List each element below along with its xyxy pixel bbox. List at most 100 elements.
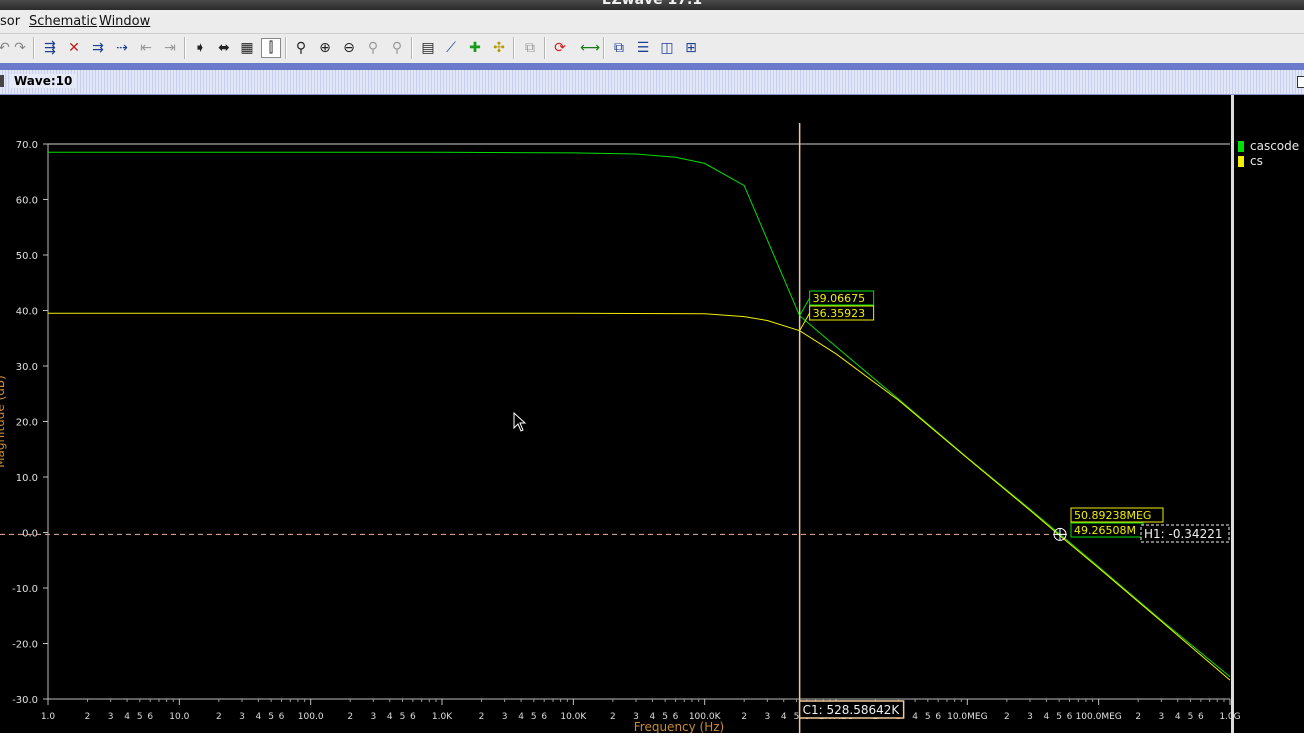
delete-wave-icon[interactable]: ✕ (64, 38, 84, 58)
x-minor-tick-label: 3 (108, 712, 114, 722)
split-vertical-icon[interactable]: ◫ (657, 38, 677, 58)
x-minor-tick-label: 5 (137, 712, 143, 722)
series-line-cs (48, 312, 1231, 681)
collapse-icon[interactable]: ⇤ (136, 38, 156, 58)
redo-icon[interactable]: ↷ (10, 38, 30, 58)
x-minor-tick-label: 4 (256, 712, 262, 722)
waveform-plot-area[interactable]: 70.0 60.0 50.0 40.0 30.0 20.0 10.0 0.0 -10.0 -20.… (0, 95, 1304, 733)
toolbar: ↶ ↷ ⇶ ✕ ⇉ ⇢ ⇤ ⇥ ➧ ⬌ ▦ ⫿ ⚲ ⊕ ⊖ ⚲ ⚲ ▤ ⟋ ✚ … (0, 34, 1304, 64)
wave-window-tabbar: Wave:10 (0, 70, 1304, 95)
x-minor-tick-label: 6 (541, 712, 547, 722)
x-minor-tick-label: 6 (1067, 712, 1073, 722)
x-minor-tick-label: 2 (1135, 712, 1141, 722)
wave-window-title[interactable]: Wave:10 (10, 74, 77, 88)
zoom-y-icon[interactable]: ⚲ (387, 38, 407, 58)
x-minor-tick-label: 5 (925, 712, 931, 722)
y-tick-label: -30.0 (12, 695, 38, 706)
x-minor-tick-label: 6 (1198, 712, 1204, 722)
menu-window[interactable]: Window (99, 14, 150, 29)
y-tick-label: 50.0 (16, 251, 38, 262)
zoom-x-icon[interactable]: ⚲ (363, 38, 383, 58)
crossing-readout-value: 50.89238MEG (1074, 509, 1151, 522)
menu-schematic[interactable]: Schematic (29, 14, 97, 29)
x-minor-tick-label: 5 (1056, 712, 1062, 722)
legend-swatch-cascode (1238, 140, 1244, 152)
legend-item-cascode[interactable]: cascode (1238, 139, 1299, 153)
y-tick-label: -20.0 (12, 640, 38, 651)
mouse-pointer-icon (513, 412, 527, 432)
copy-icon[interactable]: ⧉ (520, 38, 540, 58)
y-tick-label: 70.0 (16, 140, 38, 151)
waveform-plot[interactable]: 70.060.050.040.030.020.010.00.0-10.0-20.… (0, 95, 1304, 733)
x-minor-tick-label: 2 (85, 712, 91, 722)
x-minor-tick-label: 3 (502, 712, 508, 722)
legend-label-cs: cs (1250, 154, 1263, 168)
x-minor-tick-label: 3 (370, 712, 376, 722)
x-minor-tick-label: 5 (531, 712, 537, 722)
x-minor-tick-label: 3 (764, 712, 770, 722)
maximize-icon[interactable] (1297, 76, 1304, 88)
zoom-fit-icon[interactable]: ⚲ (291, 38, 311, 58)
x-minor-tick-label: 4 (912, 712, 918, 722)
cursor-mode-icon[interactable]: ⫿ (261, 38, 281, 58)
stack-horizontal-icon[interactable]: ☰ (633, 38, 653, 58)
toolbar-separator (513, 37, 515, 59)
x-minor-tick-label: 2 (741, 712, 747, 722)
x-tick-label: 10.0 (169, 712, 189, 722)
calculator-icon[interactable]: ▤ (418, 38, 438, 58)
add-marker-icon[interactable]: ✚ (465, 38, 485, 58)
move-wave-icon[interactable]: ⇢ (112, 38, 132, 58)
zoom-in-icon[interactable]: ⊕ (315, 38, 335, 58)
legend-swatch-cs (1238, 155, 1244, 167)
x-minor-tick-label: 4 (518, 712, 524, 722)
x-minor-tick-label: 6 (935, 712, 941, 722)
toolbar-separator (411, 37, 413, 59)
x-minor-tick-label: 4 (1175, 712, 1181, 722)
x-minor-tick-label: 3 (239, 712, 245, 722)
x-minor-tick-label: 6 (410, 712, 416, 722)
x-minor-tick-label: 4 (124, 712, 130, 722)
x-tick-label: 10.0K (560, 712, 587, 722)
x-minor-tick-label: 5 (1188, 712, 1194, 722)
cursor-readout-value: 39.06675 (813, 292, 866, 305)
x-minor-tick-label: 4 (781, 712, 787, 722)
legend-label-cascode: cascode (1250, 139, 1300, 153)
toolbar-separator (184, 37, 186, 59)
window-title: EZwave 17.1 (601, 0, 703, 8)
export-icon[interactable]: ➧ (190, 38, 210, 58)
legend-item-cs[interactable]: cs (1238, 154, 1263, 168)
toolbar-separator (544, 37, 546, 59)
y-tick-label: 20.0 (16, 418, 38, 429)
x-axis-label: Frequency (Hz) (634, 720, 725, 733)
menubar: sor Schematic Window (0, 10, 1304, 34)
x-minor-tick-label: 4 (387, 712, 393, 722)
refresh-icon[interactable]: ⟳ (550, 38, 570, 58)
cursor-readout-leader (799, 297, 811, 316)
x-tick-label: 100.0 (298, 712, 324, 722)
measure-icon[interactable]: ⟋ (441, 38, 461, 58)
overlay-wave-icon[interactable]: ⇉ (88, 38, 108, 58)
y-tick-label: 10.0 (16, 473, 38, 484)
legend-splitter[interactable] (1231, 95, 1234, 733)
expand-icon[interactable]: ⇥ (160, 38, 180, 58)
probe-icon[interactable]: ✣ (489, 38, 509, 58)
y-axis-label: Magnitude (dB) (0, 375, 7, 468)
menu-sensor[interactable]: sor (0, 14, 20, 29)
x-minor-tick-label: 5 (400, 712, 406, 722)
tile-grid-icon[interactable]: ⊞ (681, 38, 701, 58)
import-icon[interactable]: ⬌ (214, 38, 234, 58)
cursor-readout-value: 36.35923 (813, 307, 866, 320)
y-tick-label: 40.0 (16, 307, 38, 318)
x-minor-tick-label: 3 (1027, 712, 1033, 722)
zoom-out-icon[interactable]: ⊖ (339, 38, 359, 58)
span-icon[interactable]: ⟷ (580, 38, 600, 58)
tile-icon[interactable]: ⧉ (609, 38, 629, 58)
grid-icon[interactable]: ▦ (237, 38, 257, 58)
x-minor-tick-label: 5 (268, 712, 274, 722)
toolbar-separator (33, 37, 35, 59)
add-wave-icon[interactable]: ⇶ (40, 38, 60, 58)
x-minor-tick-label: 2 (610, 712, 616, 722)
x-minor-tick-label: 5 (794, 712, 800, 722)
window-menu-icon[interactable] (0, 75, 4, 87)
x-tick-label: 1.0G (1219, 712, 1240, 722)
